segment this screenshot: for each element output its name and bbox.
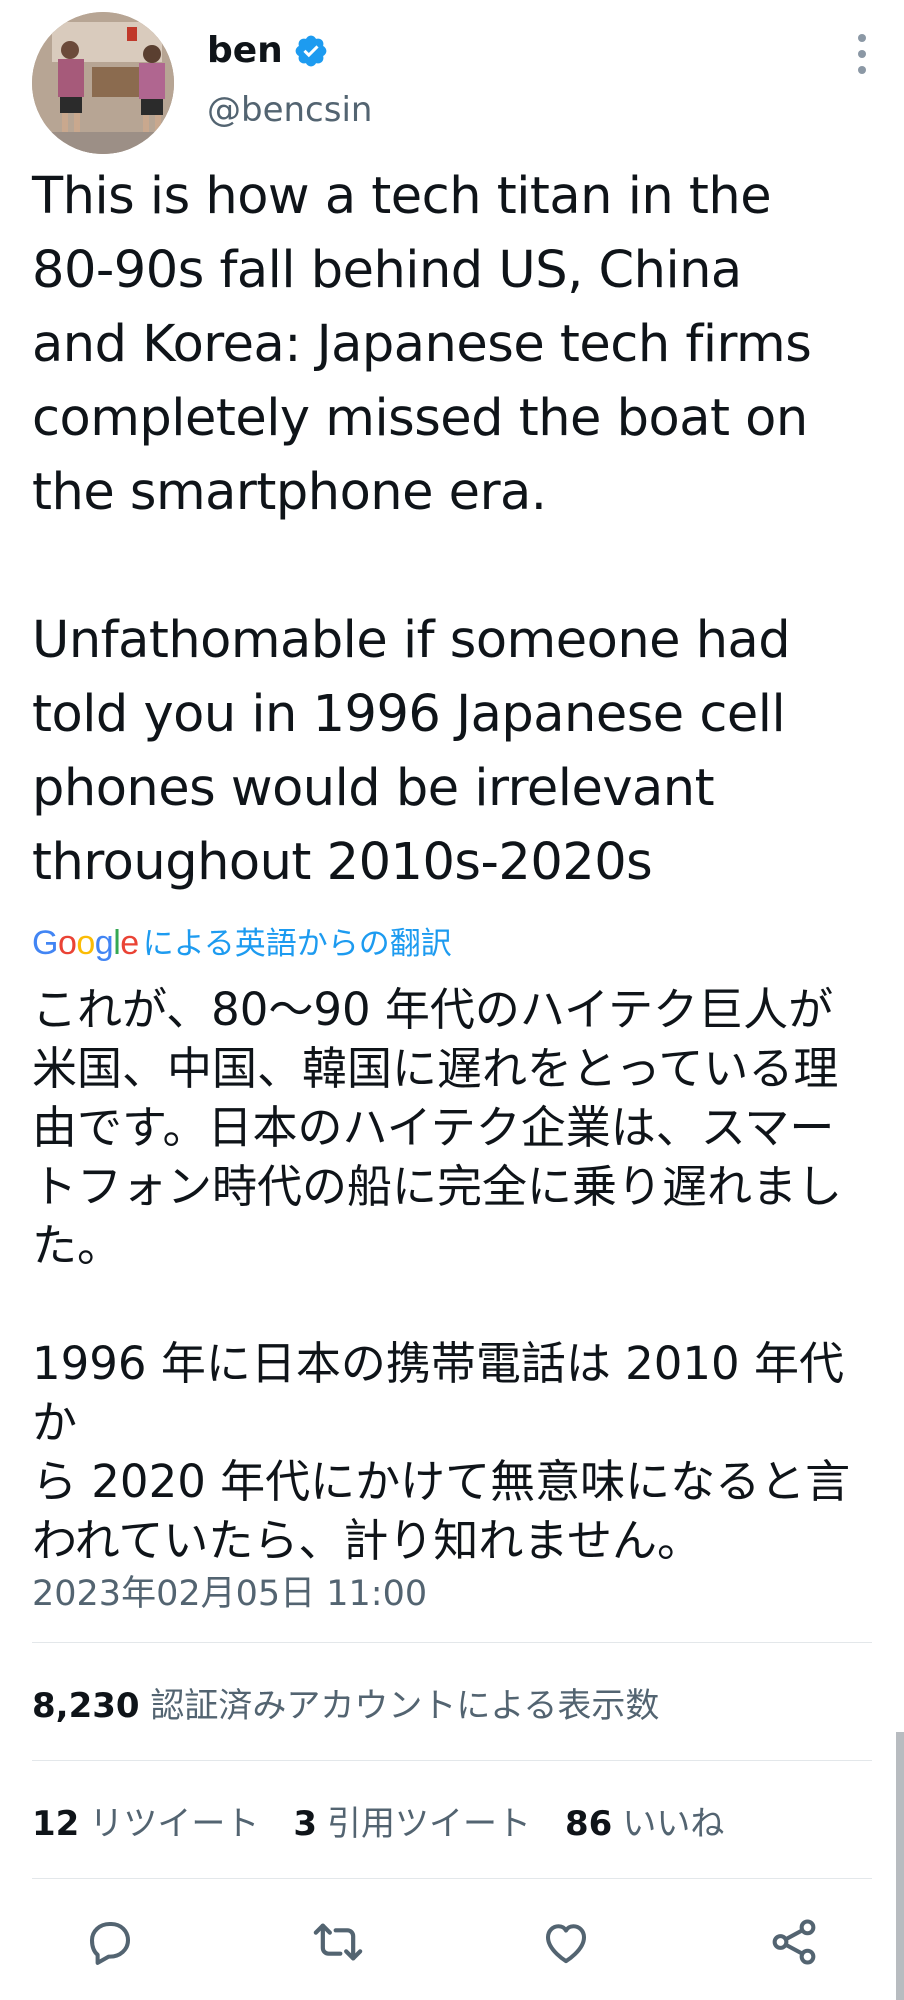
view-count-label: 認証済みアカウントによる表示数	[150, 1686, 660, 1726]
view-count-number: 8,230	[32, 1686, 140, 1726]
divider	[32, 1760, 872, 1761]
tweet-text: This is how a tech titan in the 80-90s f…	[32, 167, 812, 892]
translation-attribution[interactable]: Google による英語からの翻訳	[32, 918, 452, 963]
translation-label[interactable]: による英語からの翻訳	[143, 918, 452, 963]
avatar[interactable]	[32, 12, 174, 154]
more-vertical-icon[interactable]	[856, 34, 868, 82]
quote-count-number: 3	[293, 1804, 317, 1844]
heart-icon[interactable]	[538, 1914, 594, 1970]
retweet-icon[interactable]	[310, 1914, 366, 1970]
tweet-actions-bar	[82, 1912, 822, 1972]
like-count-label: いいね	[622, 1804, 725, 1844]
author-name-row[interactable]: ben	[207, 30, 329, 71]
author-display-name[interactable]: ben	[207, 30, 283, 71]
quote-count[interactable]: 3 引用ツイート	[293, 1796, 531, 1845]
retweet-count-number: 12	[32, 1804, 80, 1844]
scrollbar[interactable]	[896, 1732, 904, 2000]
tweet-timestamp[interactable]: 2023年02月05日 11:00	[32, 1565, 427, 1616]
engagement-stats: 12 リツイート 3 引用ツイート 86 いいね	[32, 1796, 724, 1845]
author-handle[interactable]: @bencsin	[207, 90, 372, 130]
divider	[32, 1642, 872, 1643]
retweet-count[interactable]: 12 リツイート	[32, 1796, 259, 1845]
like-count[interactable]: 86 いいね	[565, 1796, 724, 1845]
google-logo: Google	[32, 924, 139, 962]
divider	[32, 1878, 872, 1879]
translated-text: これが、80〜90 年代のハイテク巨人が 米国、中国、韓国に遅れをとっている理 …	[32, 983, 851, 1567]
view-count[interactable]: 8,230 認証済みアカウントによる表示数	[32, 1678, 659, 1727]
retweet-count-label: リツイート	[89, 1804, 260, 1844]
like-count-number: 86	[565, 1804, 613, 1844]
verified-badge-icon	[293, 33, 329, 69]
share-icon[interactable]	[766, 1914, 822, 1970]
quote-count-label: 引用ツイート	[327, 1804, 531, 1844]
reply-icon[interactable]	[82, 1914, 138, 1970]
tweet-header: ben @bencsin	[32, 12, 872, 154]
